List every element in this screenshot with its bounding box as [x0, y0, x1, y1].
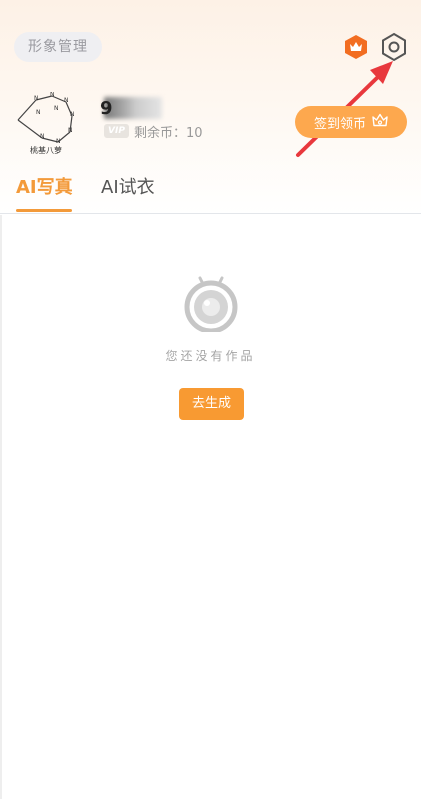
generate-button[interactable]: 去生成 [179, 388, 244, 420]
left-edge-line [0, 215, 2, 799]
checkin-button[interactable]: 签到领币 [295, 106, 407, 138]
empty-state-message: 您还没有作品 [165, 349, 256, 363]
svg-text:N: N [50, 92, 55, 98]
avatar-caption: 桃基八萝 [30, 146, 62, 155]
remaining-coins: 剩余币：10 [134, 126, 203, 141]
vip-badge: VIP [104, 124, 129, 138]
username-blurred [104, 97, 162, 119]
tab-ai-try-on[interactable]: AI试衣 [101, 173, 155, 199]
username: 9 [100, 98, 113, 119]
svg-text:N: N [40, 133, 45, 140]
svg-text:N: N [34, 95, 39, 102]
svg-text:N: N [56, 138, 61, 145]
svg-text:N: N [70, 111, 75, 118]
image-management-button[interactable]: 形象管理 [14, 32, 102, 62]
svg-text:N: N [68, 127, 73, 134]
svg-text:N: N [64, 97, 69, 104]
crown-gift-icon [372, 113, 388, 131]
tab-ai-portrait[interactable]: AI写真 [16, 173, 73, 199]
tab-divider [0, 213, 421, 214]
active-tab-indicator [16, 209, 72, 212]
vip-crown-icon[interactable] [343, 34, 369, 60]
settings-hexagon-icon[interactable] [379, 32, 409, 62]
svg-text:N: N [36, 109, 41, 116]
checkin-label: 签到领币 [313, 116, 366, 132]
svg-text:N: N [54, 105, 59, 112]
camera-empty-icon [181, 270, 241, 334]
